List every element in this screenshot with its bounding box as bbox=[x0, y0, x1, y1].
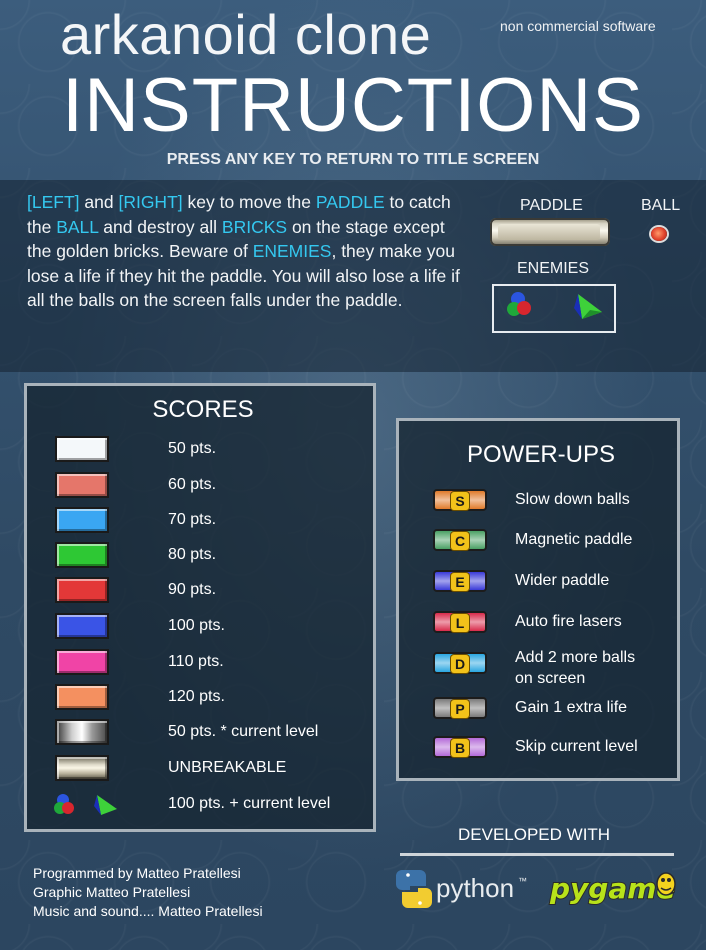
highlighted-word: [LEFT] bbox=[27, 192, 80, 212]
powerup-label: Wider paddle bbox=[515, 572, 610, 589]
snake-mascot-icon bbox=[656, 872, 676, 896]
pygame-logo: pygame bbox=[548, 871, 676, 906]
powerup-label: Gain 1 extra life bbox=[515, 699, 628, 716]
pygame-wordmark: pygame bbox=[549, 872, 675, 905]
powerup-capsule-icon: B bbox=[433, 736, 487, 758]
powerup-capsule-icon: C bbox=[433, 529, 487, 551]
score-label: UNBREAKABLE bbox=[168, 759, 287, 776]
powerup-capsule-icon: S bbox=[433, 489, 487, 511]
powerup-letter: L bbox=[451, 614, 469, 632]
score-row: 100 pts. bbox=[27, 613, 367, 643]
instructions-text: [LEFT] and [RIGHT] key to move the PADDL… bbox=[27, 190, 467, 313]
score-label: 70 pts. bbox=[168, 511, 217, 528]
scores-title: SCORES bbox=[152, 396, 254, 423]
screen-title: INSTRUCTIONS bbox=[62, 63, 644, 148]
score-row: 60 pts. bbox=[27, 472, 367, 502]
instruction-text-run: and destroy all bbox=[98, 216, 222, 237]
developed-with-heading: DEVELOPED WITH bbox=[458, 825, 611, 844]
python-wordmark: python bbox=[436, 873, 514, 903]
powerup-label: Add 2 more balls on screen bbox=[515, 649, 636, 687]
credit-line: Music and sound.... Matteo Pratellesi bbox=[33, 903, 263, 919]
ball-label: BALL bbox=[641, 197, 681, 214]
score-label: 50 pts. bbox=[168, 440, 217, 457]
powerup-letter: B bbox=[451, 739, 469, 757]
instruction-text-run: and bbox=[79, 192, 119, 212]
powerup-letter: P bbox=[451, 700, 469, 718]
score-row: 70 pts. bbox=[27, 507, 367, 537]
brick-icon bbox=[55, 507, 109, 533]
score-row: 110 pts. bbox=[27, 649, 367, 679]
python-logo: python ™ bbox=[396, 870, 527, 908]
powerup-label: Magnetic paddle bbox=[515, 531, 633, 548]
trademark-symbol: ™ bbox=[518, 876, 527, 886]
credit-line: Programmed by Matteo Pratellesi bbox=[33, 865, 241, 881]
paddle-sprite bbox=[490, 218, 610, 246]
game-title: arkanoid clone bbox=[60, 3, 432, 66]
powerup-letter: D bbox=[451, 655, 469, 673]
powerup-label: Skip current level bbox=[515, 738, 638, 755]
highlighted-word: BALL bbox=[56, 216, 99, 237]
license-note: non commercial software bbox=[500, 18, 656, 34]
powerup-label: Slow down balls bbox=[515, 491, 630, 508]
score-row: 50 pts. bbox=[27, 436, 367, 466]
divider bbox=[400, 853, 674, 856]
orb-enemy-icon bbox=[507, 292, 531, 316]
brick-icon bbox=[55, 719, 109, 745]
score-label: 50 pts. * current level bbox=[168, 723, 319, 740]
score-row: 120 pts. bbox=[27, 684, 367, 714]
powerup-capsule-icon: L bbox=[433, 611, 487, 633]
enemies-sprites bbox=[507, 292, 602, 319]
highlighted-word: BRICKS bbox=[221, 216, 288, 237]
python-snake-icon bbox=[396, 870, 432, 908]
powerup-capsule-icon: E bbox=[433, 570, 487, 592]
score-label: 120 pts. bbox=[168, 688, 225, 705]
return-prompt[interactable]: PRESS ANY KEY TO RETURN TO TITLE SCREEN bbox=[0, 151, 706, 169]
powerup-label: Auto fire lasers bbox=[515, 613, 622, 630]
brick-icon bbox=[55, 436, 109, 462]
powerup-capsule-icon: P bbox=[433, 697, 487, 719]
highlighted-word: PADDLE bbox=[315, 192, 385, 212]
enemies-box bbox=[492, 284, 616, 333]
instruction-text-run: key to move the bbox=[182, 192, 316, 212]
brick-icon bbox=[55, 577, 109, 603]
score-row: 80 pts. bbox=[27, 542, 367, 572]
brick-icon bbox=[55, 684, 109, 710]
score-label: 100 pts. bbox=[168, 617, 225, 634]
pyramid-enemy-icon bbox=[574, 294, 602, 319]
scores-panel: SCORES 50 pts. 60 pts. 70 pts. 80 pts. 90 pt… bbox=[24, 383, 376, 832]
score-row: UNBREAKABLE bbox=[27, 755, 367, 785]
highlighted-word: ENEMIES bbox=[252, 241, 332, 261]
powerup-letter: S bbox=[451, 492, 469, 510]
brick-icon bbox=[55, 755, 109, 781]
credits: Programmed by Matteo Pratellesi Graphic … bbox=[33, 864, 263, 921]
powerup-letter: C bbox=[451, 532, 469, 550]
score-label: 110 pts. bbox=[168, 653, 224, 670]
instruction-text-run: Beware of bbox=[169, 241, 253, 261]
score-label: 60 pts. bbox=[168, 476, 217, 493]
highlighted-word: [RIGHT] bbox=[118, 192, 183, 212]
brick-icon bbox=[55, 613, 109, 639]
credit-line: Graphic Matteo Pratellesi bbox=[33, 884, 191, 900]
score-row: 90 pts. bbox=[27, 577, 367, 607]
powerups-title: POWER-UPS bbox=[466, 441, 615, 468]
powerup-letter: E bbox=[451, 573, 469, 591]
score-label: 100 pts. + current level bbox=[168, 795, 331, 812]
paddle-label: PADDLE bbox=[520, 197, 583, 214]
powerups-panel: POWER-UPS S Slow down balls C Magnetic padd… bbox=[396, 418, 680, 781]
brick-icon bbox=[55, 542, 109, 568]
score-row: 100 pts. + current level bbox=[27, 791, 367, 821]
ball-sprite bbox=[651, 227, 667, 241]
brick-icon bbox=[55, 472, 109, 498]
powerup-capsule-icon: D bbox=[433, 652, 487, 674]
enemies-label: ENEMIES bbox=[517, 260, 590, 277]
score-label: 90 pts. bbox=[168, 581, 217, 598]
score-label: 80 pts. bbox=[168, 546, 217, 563]
enemies-icon bbox=[54, 794, 117, 815]
brick-icon bbox=[55, 649, 109, 675]
score-row: 50 pts. * current level bbox=[27, 719, 367, 749]
